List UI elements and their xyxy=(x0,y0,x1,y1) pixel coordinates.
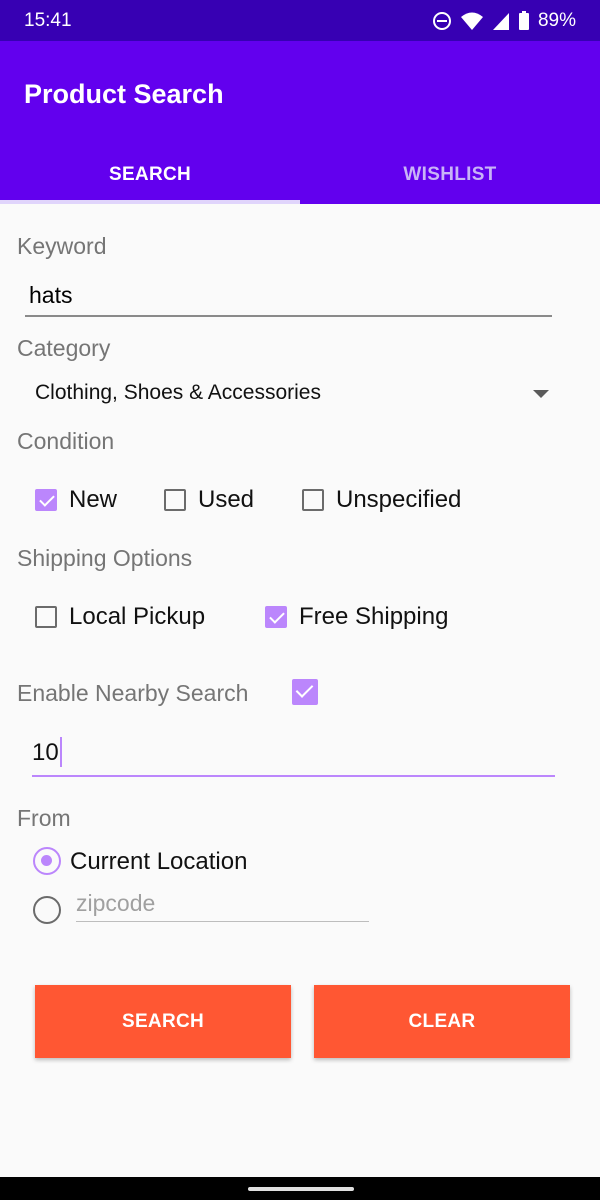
battery-icon xyxy=(518,11,530,31)
checkbox-checked-icon xyxy=(35,489,57,511)
navigation-bar xyxy=(0,1177,600,1200)
status-time: 15:41 xyxy=(24,10,72,31)
zipcode-input[interactable] xyxy=(76,885,369,922)
keyword-label: Keyword xyxy=(17,233,107,259)
nearby-search-checkbox[interactable] xyxy=(292,679,318,705)
battery-percent: 89% xyxy=(537,10,576,31)
status-bar: 15:41 89% xyxy=(0,0,600,41)
checkbox-unchecked-icon xyxy=(302,489,324,511)
search-button[interactable]: SEARCH xyxy=(35,985,291,1058)
zipcode-radio[interactable] xyxy=(33,896,61,924)
condition-new-label: New xyxy=(69,486,118,513)
nearby-search-label: Enable Nearby Search xyxy=(17,680,249,706)
local-pickup-label: Local Pickup xyxy=(69,603,206,630)
tab-search-label: SEARCH xyxy=(108,163,192,185)
do-not-disturb-icon xyxy=(432,11,452,31)
condition-label: Condition xyxy=(17,428,115,454)
category-spinner[interactable]: Clothing, Shoes & Accessories xyxy=(35,378,555,412)
checkbox-unchecked-icon xyxy=(35,606,57,628)
free-shipping-checkbox[interactable]: Free Shipping xyxy=(265,603,448,631)
dropdown-arrow-icon xyxy=(533,390,549,398)
wifi-icon xyxy=(460,11,484,31)
condition-unspecified-checkbox[interactable]: Unspecified xyxy=(302,486,461,514)
condition-new-checkbox[interactable]: New xyxy=(35,486,117,514)
category-label: Category xyxy=(17,335,111,361)
free-shipping-label: Free Shipping xyxy=(299,603,449,630)
keyword-input[interactable] xyxy=(25,275,552,317)
condition-used-label: Used xyxy=(198,486,255,513)
current-location-label: Current Location xyxy=(70,848,248,875)
clear-button[interactable]: CLEAR xyxy=(314,985,570,1058)
from-label: From xyxy=(17,805,71,831)
shipping-label: Shipping Options xyxy=(17,545,193,571)
app-bar: Product Search SEARCH WISHLIST xyxy=(0,41,600,204)
tab-search[interactable]: SEARCH xyxy=(0,145,300,204)
distance-input[interactable]: 10 xyxy=(32,733,555,777)
tab-wishlist[interactable]: WISHLIST xyxy=(300,145,600,204)
current-location-radio[interactable] xyxy=(33,847,61,875)
checkbox-unchecked-icon xyxy=(164,489,186,511)
condition-used-checkbox[interactable]: Used xyxy=(164,486,254,514)
category-selected-value: Clothing, Shoes & Accessories xyxy=(35,381,321,404)
distance-value: 10 xyxy=(32,739,59,766)
tab-indicator xyxy=(0,200,300,204)
app-title: Product Search xyxy=(24,79,224,109)
checkbox-checked-icon xyxy=(265,606,287,628)
tab-wishlist-label: WISHLIST xyxy=(403,163,497,185)
home-gesture-handle[interactable] xyxy=(248,1187,354,1191)
cell-signal-icon xyxy=(492,11,510,31)
status-icons: 89% xyxy=(432,10,576,32)
condition-unspecified-label: Unspecified xyxy=(336,486,462,513)
text-cursor xyxy=(60,737,62,767)
local-pickup-checkbox[interactable]: Local Pickup xyxy=(35,603,205,631)
